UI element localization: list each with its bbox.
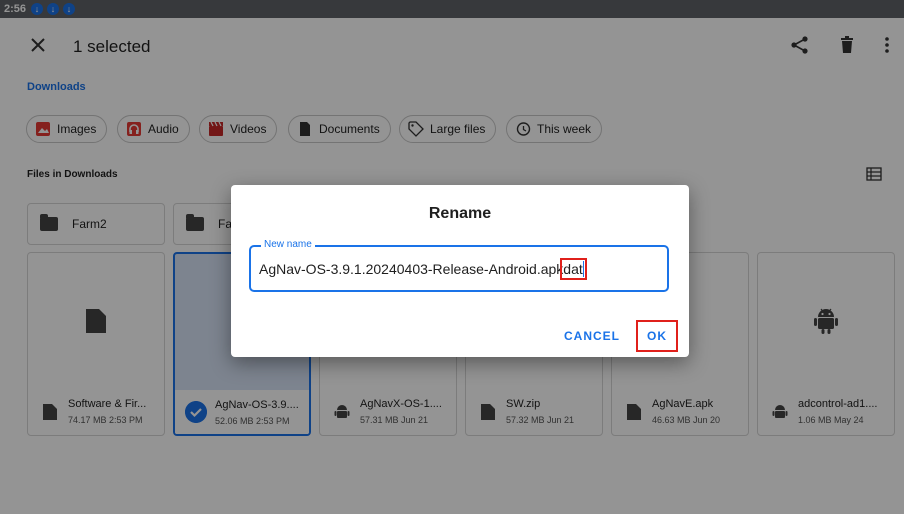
field-value[interactable]: AgNav-OS-3.9.1.20240403-Release-Android.…: [259, 258, 587, 280]
cancel-button[interactable]: CANCEL: [564, 329, 620, 343]
dialog-title: Rename: [428, 205, 492, 222]
field-label: New name: [261, 239, 315, 250]
field-value-highlighted: dat: [560, 258, 587, 280]
new-name-field[interactable]: New name AgNav-OS-3.9.1.20240403-Release…: [249, 239, 669, 292]
text-cursor: [582, 261, 584, 277]
field-value-prefix: AgNav-OS-3.9.1.20240403-Release-Android.…: [259, 261, 564, 277]
rename-dialog: Rename New name AgNav-OS-3.9.1.20240403-…: [231, 185, 689, 357]
ok-button[interactable]: OK: [636, 320, 678, 352]
